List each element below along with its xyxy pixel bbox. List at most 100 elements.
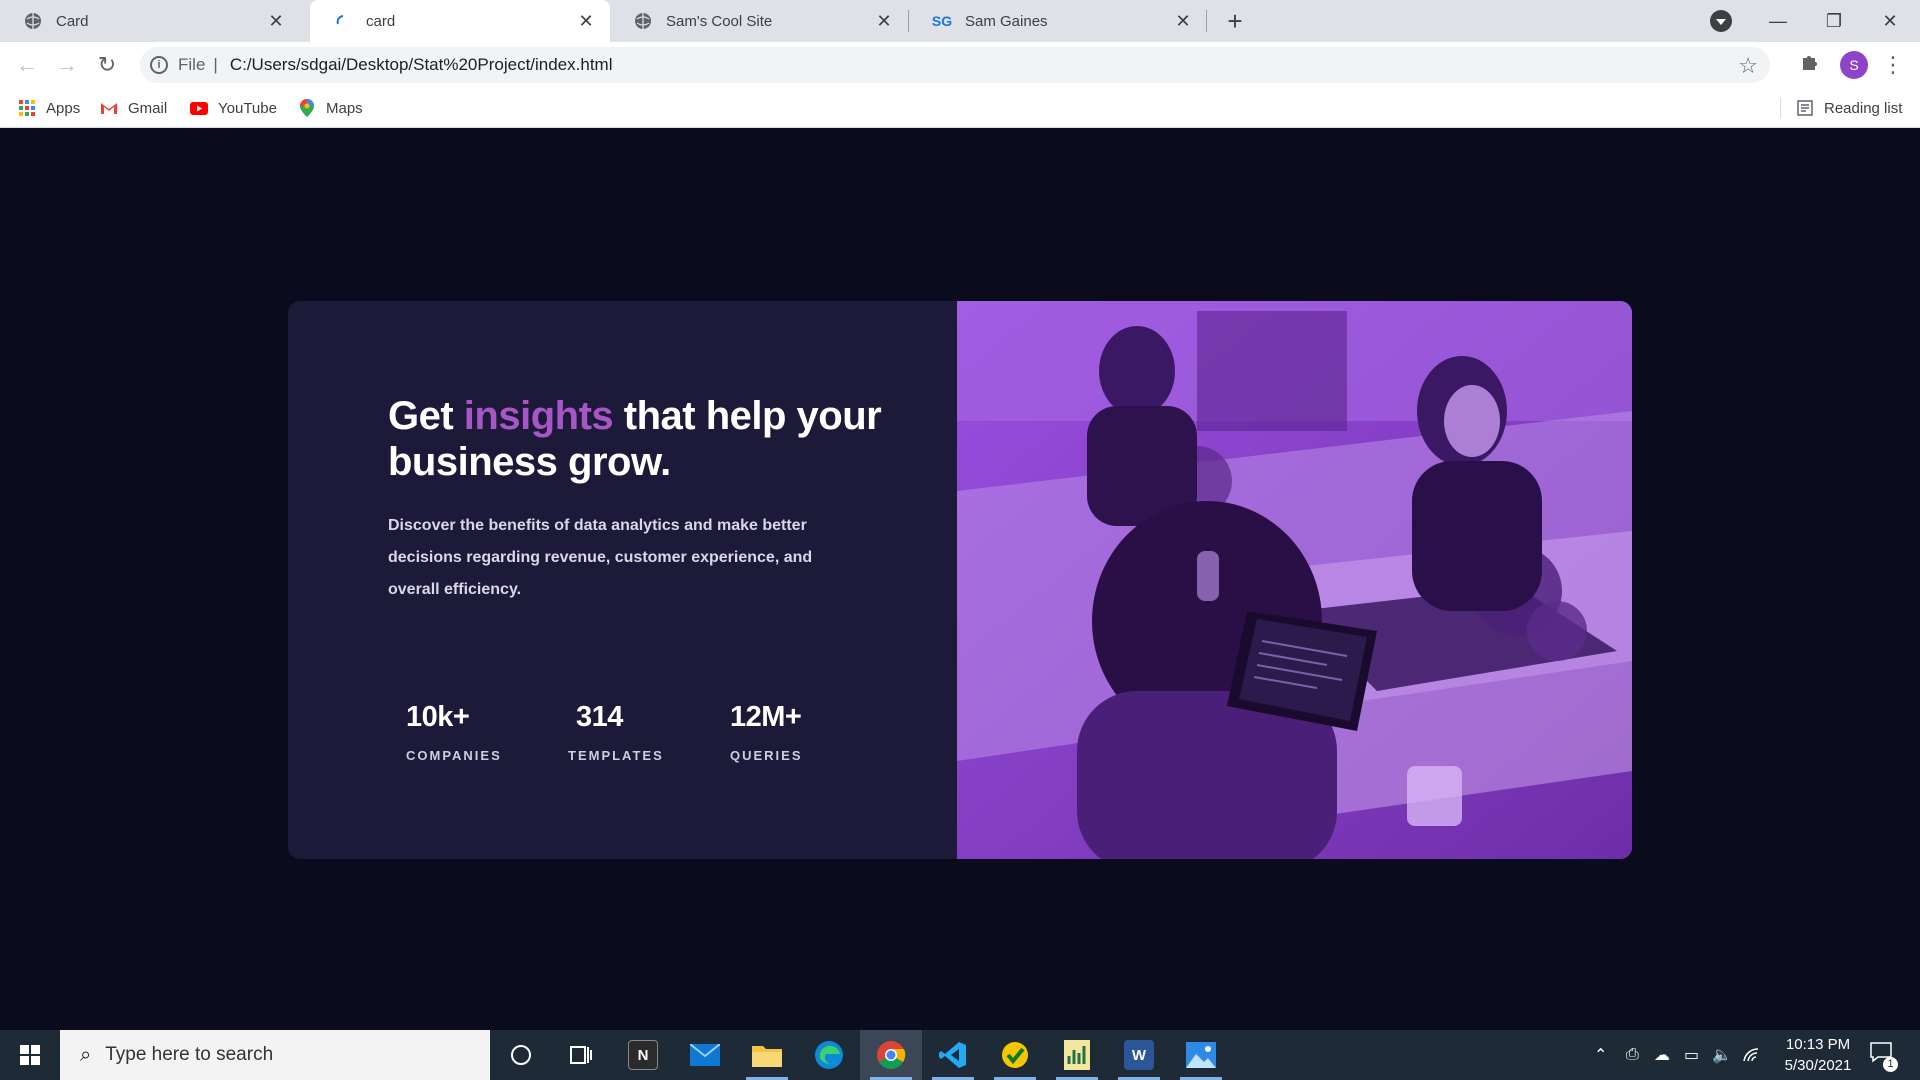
- stat-queries: 12M+ QUERIES: [730, 701, 892, 763]
- bookmark-apps[interactable]: Apps: [18, 96, 80, 120]
- stat-templates: 314 TEMPLATES: [568, 701, 730, 763]
- edge-icon[interactable]: [798, 1030, 860, 1080]
- stat-companies: 10k+ COMPANIES: [406, 701, 568, 763]
- show-hidden-icons[interactable]: ⌃: [1594, 1030, 1607, 1080]
- reading-list-label: Reading list: [1824, 99, 1903, 117]
- new-tab-button[interactable]: +: [1220, 6, 1250, 36]
- reading-list-button[interactable]: Reading list: [1796, 96, 1902, 120]
- photos-icon[interactable]: [1170, 1030, 1232, 1080]
- gmail-icon: [100, 99, 118, 117]
- profile-avatar[interactable]: S: [1840, 51, 1868, 79]
- page-viewport: Get insights that help your business gro…: [0, 129, 1920, 1030]
- more-menu-icon[interactable]: ⋮: [1882, 50, 1904, 80]
- browser-toolbar: ← → ↻ i File | C:/Users/sdgai/Desktop/St…: [0, 42, 1920, 88]
- reading-list-icon: [1796, 99, 1814, 117]
- wifi-icon[interactable]: [1742, 1030, 1760, 1080]
- loading-icon: [334, 12, 352, 30]
- tab-separator: [1206, 10, 1207, 32]
- search-icon: ⌕: [80, 1043, 92, 1066]
- restore-icon[interactable]: ❐: [1806, 0, 1862, 42]
- url-separator: |: [213, 55, 218, 74]
- taskbar-search[interactable]: ⌕ Type here to search: [60, 1030, 490, 1080]
- tab-search-icon[interactable]: [1710, 10, 1732, 32]
- headline-accent: insights: [463, 394, 614, 438]
- globe-icon: [24, 12, 42, 30]
- bookmark-gmail[interactable]: Gmail: [100, 96, 167, 120]
- search-placeholder: Type here to search: [105, 1044, 274, 1065]
- stats-card: Get insights that help your business gro…: [288, 301, 1632, 859]
- stat-label: TEMPLATES: [568, 748, 664, 763]
- reload-icon[interactable]: ↻: [92, 50, 122, 80]
- tab-title: card: [366, 12, 396, 30]
- card-text-panel: Get insights that help your business gro…: [288, 301, 957, 859]
- tab-sam-gaines[interactable]: SG Sam Gaines ✕: [909, 0, 1207, 42]
- sg-logo-icon: SG: [931, 13, 953, 29]
- bookmark-label: Apps: [46, 99, 81, 117]
- onedrive-icon[interactable]: ☁: [1654, 1030, 1670, 1080]
- mail-icon[interactable]: [674, 1030, 736, 1080]
- back-arrow-icon[interactable]: ←: [12, 50, 42, 80]
- close-icon[interactable]: ✕: [1173, 11, 1193, 31]
- stat-value: 314: [576, 701, 623, 733]
- bookmark-youtube[interactable]: YouTube: [190, 96, 277, 120]
- tab-strip: Card ✕ card ✕ Sam's Cool Site ✕ SG Sam G…: [0, 0, 1920, 42]
- apps-grid-icon: [18, 99, 36, 117]
- tab-title: Sam Gaines: [965, 12, 1048, 30]
- bookmarks-bar: Apps Gmail YouTube Maps Reading list: [0, 88, 1920, 128]
- notification-center-icon[interactable]: 1: [1866, 1040, 1898, 1072]
- close-icon[interactable]: ✕: [874, 11, 894, 31]
- file-explorer-icon[interactable]: [736, 1030, 798, 1080]
- bookmark-separator: [1780, 98, 1781, 118]
- tab-card-active[interactable]: card ✕: [310, 0, 610, 42]
- cortana-icon[interactable]: [490, 1030, 552, 1080]
- globe-icon: [634, 12, 652, 30]
- excel-like-icon[interactable]: [1046, 1030, 1108, 1080]
- stat-value: 12M+: [730, 701, 802, 733]
- info-icon[interactable]: i: [150, 56, 168, 74]
- bookmark-maps[interactable]: Maps: [298, 96, 363, 120]
- scheme-label: File: [178, 55, 206, 74]
- maps-pin-icon: [298, 99, 316, 117]
- meet-now-icon[interactable]: ⎙: [1626, 1030, 1639, 1080]
- bookmark-label: Maps: [326, 99, 363, 117]
- system-clock[interactable]: 10:13 PM 5/30/2021: [1768, 1034, 1868, 1076]
- windows-taskbar: ⌕ Type here to search N W ⌃ ⎙ ☁ ▭ 🔈 10:1…: [0, 1030, 1920, 1080]
- battery-icon[interactable]: ▭: [1684, 1030, 1699, 1080]
- card-headline: Get insights that help your business gro…: [388, 393, 908, 485]
- stats-row: 10k+ COMPANIES 314 TEMPLATES 12M+ QUERIE…: [406, 701, 892, 763]
- office-team-photo: [957, 301, 1632, 859]
- youtube-icon: [190, 99, 208, 117]
- clock-time: 10:13 PM: [1785, 1036, 1851, 1053]
- norton-icon[interactable]: [984, 1030, 1046, 1080]
- address-bar[interactable]: i File | C:/Users/sdgai/Desktop/Stat%20P…: [140, 47, 1770, 83]
- tab-sams-cool-site[interactable]: Sam's Cool Site ✕: [610, 0, 908, 42]
- headline-text: Get: [388, 394, 464, 438]
- tab-title: Card: [56, 12, 89, 30]
- bookmark-star-icon[interactable]: ☆: [1738, 53, 1758, 79]
- stat-label: QUERIES: [730, 748, 803, 763]
- task-view-icon[interactable]: [550, 1030, 612, 1080]
- close-icon[interactable]: ✕: [266, 11, 286, 31]
- tab-card[interactable]: Card ✕: [0, 0, 300, 42]
- forward-arrow-icon[interactable]: →: [52, 50, 82, 80]
- start-button[interactable]: [0, 1030, 60, 1080]
- close-icon[interactable]: ✕: [576, 11, 596, 31]
- vscode-icon[interactable]: [922, 1030, 984, 1080]
- extensions-puzzle-icon[interactable]: [1800, 52, 1820, 78]
- volume-icon[interactable]: 🔈: [1712, 1030, 1732, 1080]
- word-icon[interactable]: W: [1108, 1030, 1170, 1080]
- clock-date: 5/30/2021: [1784, 1057, 1852, 1074]
- window-close-icon[interactable]: ✕: [1862, 0, 1918, 42]
- tab-title: Sam's Cool Site: [666, 12, 773, 30]
- stat-value: 10k+: [406, 701, 470, 733]
- card-description: Discover the benefits of data analytics …: [388, 517, 813, 598]
- bookmark-label: YouTube: [218, 99, 277, 117]
- url-text: C:/Users/sdgai/Desktop/Stat%20Project/in…: [229, 55, 613, 74]
- bookmark-label: Gmail: [128, 99, 168, 117]
- minimize-icon[interactable]: —: [1750, 0, 1806, 42]
- notion-icon[interactable]: N: [612, 1030, 674, 1080]
- windows-logo-icon: [20, 1045, 40, 1065]
- notification-count: 1: [1883, 1057, 1898, 1072]
- chrome-icon[interactable]: [860, 1030, 922, 1080]
- stat-label: COMPANIES: [406, 748, 502, 763]
